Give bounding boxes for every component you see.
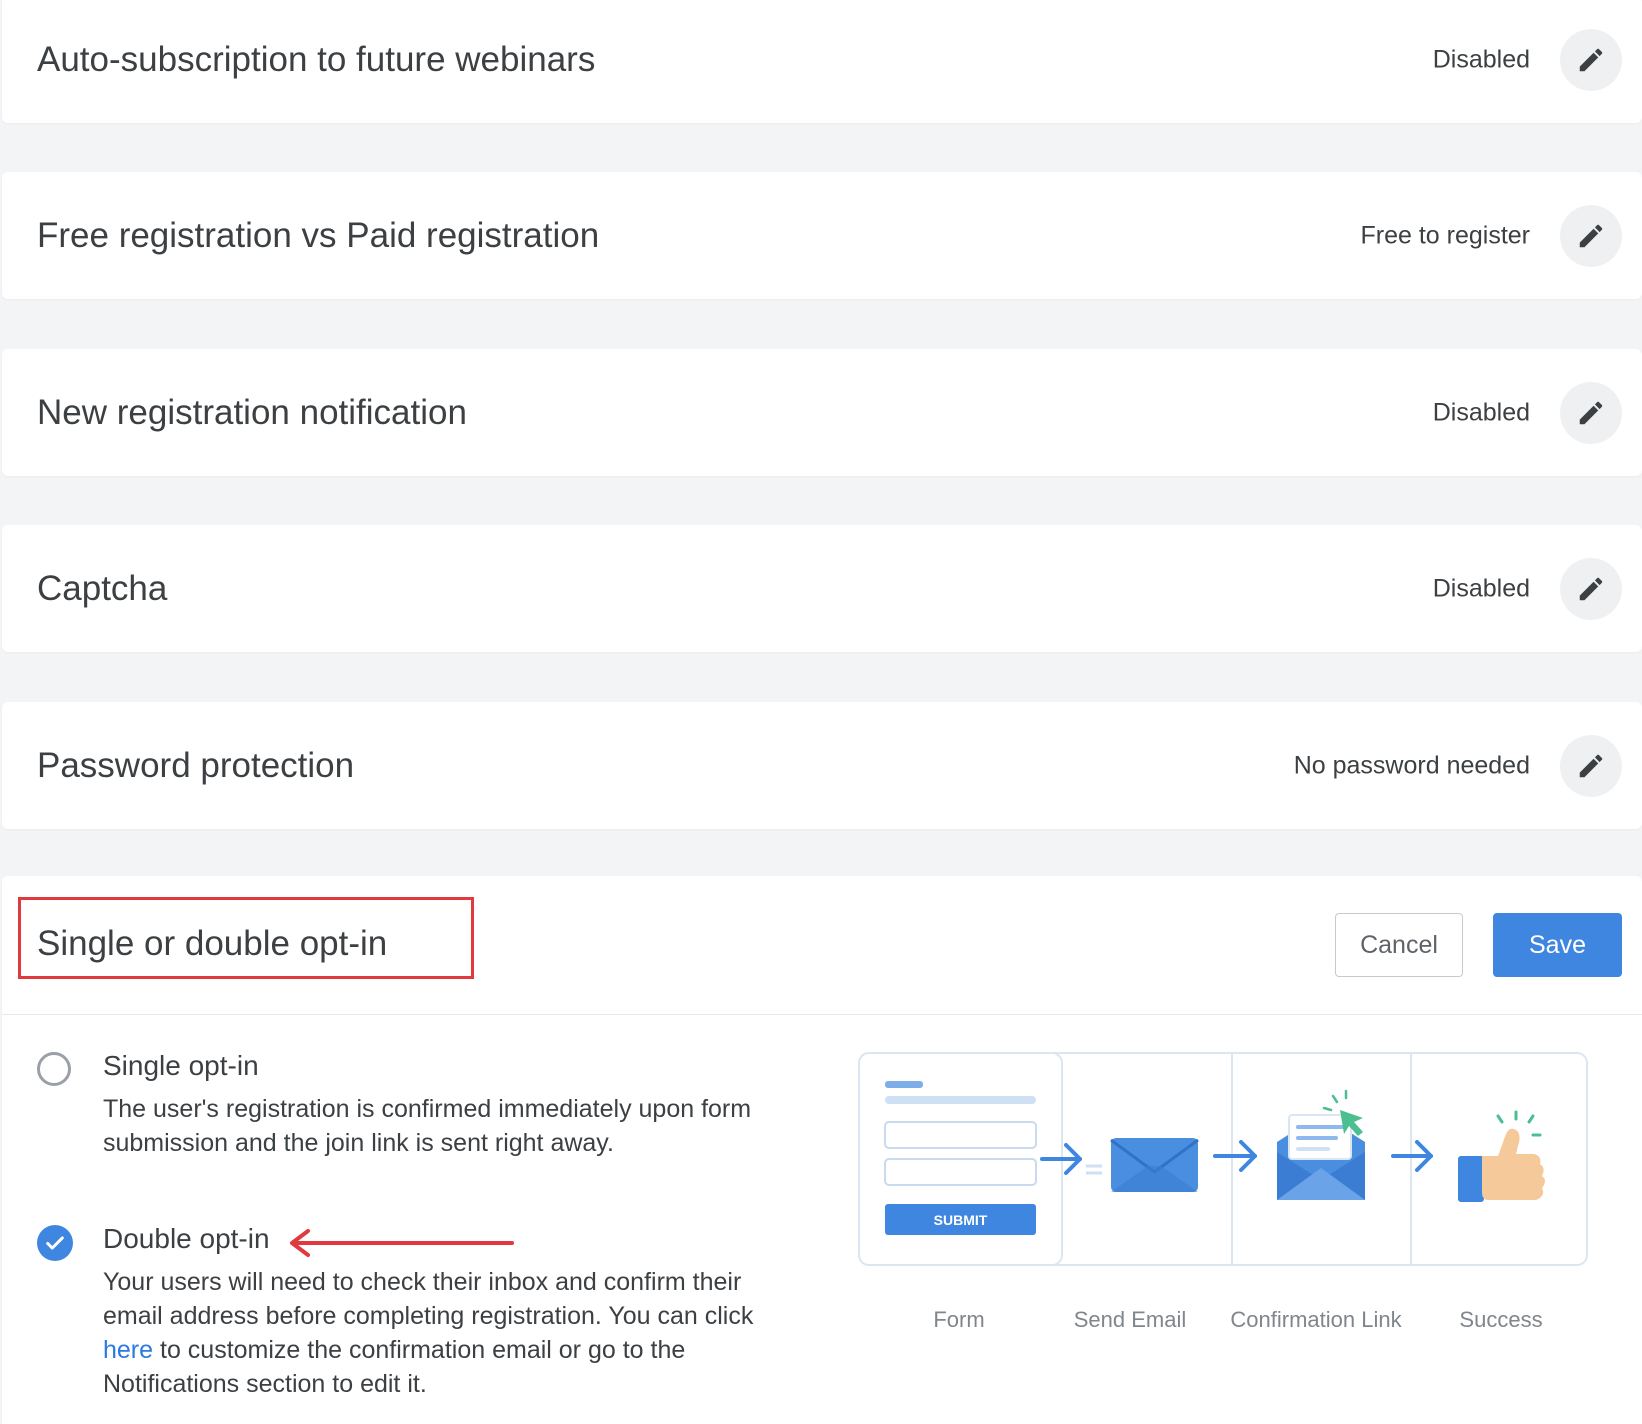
flow-step-label: Success [1459, 1307, 1543, 1332]
setting-row-registration-notification: New registration notification Disabled [2, 349, 1642, 476]
setting-title: New registration notification [37, 392, 467, 432]
customize-email-link[interactable]: here [103, 1336, 153, 1364]
double-optin-description: Your users will need to check their inbo… [103, 1265, 783, 1401]
setting-row-captcha: Captcha Disabled [2, 525, 1642, 652]
double-optin-radio[interactable] [37, 1225, 73, 1261]
submit-label: SUBMIT [934, 1212, 988, 1228]
single-optin-radio[interactable] [37, 1052, 71, 1086]
setting-value: No password needed [1293, 751, 1530, 779]
pencil-icon [1579, 577, 1603, 600]
edit-button[interactable] [1560, 734, 1622, 797]
flow-diagram: SUBMIT [858, 1052, 1588, 1266]
setting-title: Captcha [37, 568, 168, 608]
single-optin-label[interactable]: Single opt-in [103, 1050, 259, 1082]
description-text: to customize the confirmation email or g… [103, 1336, 686, 1398]
edit-button[interactable] [1560, 204, 1622, 267]
edit-button[interactable] [1560, 557, 1622, 620]
check-icon [46, 1236, 64, 1250]
pencil-icon [1579, 754, 1603, 777]
setting-value: Disabled [1432, 398, 1530, 426]
single-optin-description: The user's registration is confirmed imm… [103, 1095, 752, 1157]
pencil-icon [1579, 48, 1603, 71]
optin-header: Single or double opt-in Cancel Save [2, 876, 1642, 1015]
pencil-icon [1579, 401, 1603, 424]
double-optin-flow-illustration: SUBMIT Form Send Email Confirmation Link… [858, 1052, 1624, 1332]
edit-button[interactable] [1560, 381, 1622, 444]
edit-button[interactable] [1560, 28, 1622, 91]
envelope-icon [1110, 1138, 1199, 1192]
setting-value: Free to register [1360, 221, 1530, 249]
setting-row-auto-subscription: Auto-subscription to future webinars Dis… [2, 0, 1642, 123]
flow-step-label: Confirmation Link [1230, 1307, 1402, 1332]
red-arrow-annotation-icon [290, 1229, 514, 1257]
setting-value: Disabled [1432, 45, 1530, 73]
setting-row-password-protection: Password protection No password needed [2, 702, 1642, 829]
flow-step-label: Send Email [1073, 1307, 1187, 1332]
settings-page: Auto-subscription to future webinars Dis… [0, 0, 1642, 1424]
pencil-icon [1579, 224, 1603, 247]
setting-title: Free registration vs Paid registration [37, 215, 600, 255]
setting-row-registration-type: Free registration vs Paid registration F… [2, 172, 1642, 299]
setting-title: Auto-subscription to future webinars [37, 39, 596, 79]
setting-value: Disabled [1432, 574, 1530, 602]
cancel-button[interactable]: Cancel [1335, 913, 1463, 977]
optin-settings-card: Single or double opt-in Cancel Save Sing… [2, 876, 1642, 1424]
optin-title: Single or double opt-in [37, 924, 388, 963]
setting-title: Password protection [37, 745, 355, 785]
save-button[interactable]: Save [1493, 913, 1622, 977]
flow-step-label: Form [933, 1307, 985, 1332]
double-optin-label[interactable]: Double opt-in [103, 1223, 270, 1255]
description-text: Your users will need to check their inbo… [103, 1268, 754, 1330]
